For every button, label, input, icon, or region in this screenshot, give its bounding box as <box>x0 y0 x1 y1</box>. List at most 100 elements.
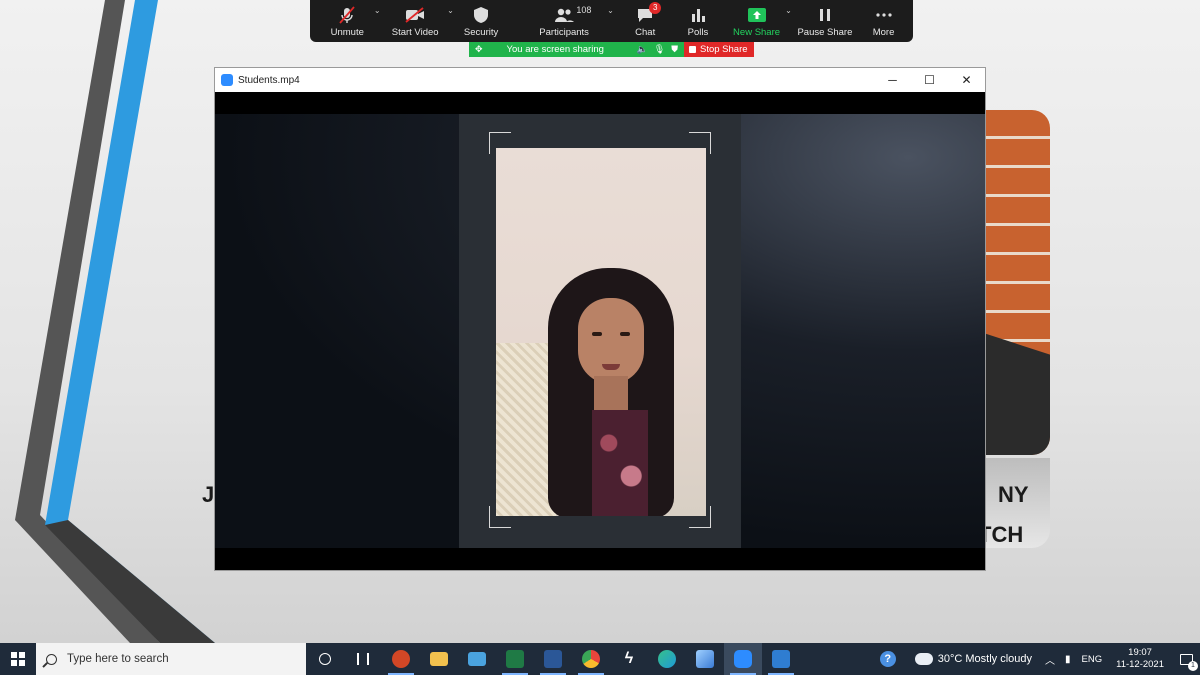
security-button[interactable]: Security <box>452 0 511 42</box>
participants-button[interactable]: 108 ⌄ Participants <box>510 0 617 42</box>
notification-count: 1 <box>1188 661 1198 671</box>
excel-icon <box>506 650 524 668</box>
video-player-window: Students.mp4 ─ ☐ ✕ <box>214 67 986 571</box>
stop-square-icon <box>689 46 696 53</box>
taskbar-excel[interactable] <box>496 643 534 675</box>
search-icon <box>46 653 57 665</box>
weather-widget[interactable]: 30°C Mostly cloudy <box>907 648 1040 665</box>
screen-sharing-text: You are screen sharing <box>506 44 604 55</box>
weather-text: 30°C Mostly cloudy <box>937 653 1032 665</box>
pause-share-button[interactable]: Pause Share <box>790 0 860 42</box>
drag-handle-icon[interactable]: ✥ <box>475 44 483 55</box>
language-indicator[interactable]: ENG <box>1076 654 1109 665</box>
video-person-view <box>496 148 706 516</box>
taskbar-media-player[interactable] <box>762 643 800 675</box>
search-placeholder: Type here to search <box>67 653 169 665</box>
close-button[interactable]: ✕ <box>948 68 985 92</box>
show-hidden-icons-button[interactable]: ︿ <box>1040 652 1060 667</box>
new-share-label: New Share <box>733 27 781 38</box>
security-shield-icon: ⛊ <box>671 44 678 54</box>
clock-date: 11-12-2021 <box>1116 659 1164 670</box>
more-dots-icon <box>874 6 894 24</box>
person-eye <box>620 332 630 336</box>
taskbar-word[interactable] <box>534 643 572 675</box>
photos-icon <box>696 650 714 668</box>
pause-share-label: Pause Share <box>797 27 853 38</box>
app-lightning-icon: ϟ <box>624 650 634 667</box>
person-eye <box>592 332 602 336</box>
bar-chart-icon <box>688 6 708 24</box>
chat-label: Chat <box>635 27 656 38</box>
minimize-button[interactable]: ─ <box>874 68 911 92</box>
slide-text-right-1: NY <box>998 482 1029 507</box>
polls-label: Polls <box>687 27 709 38</box>
word-icon <box>544 650 562 668</box>
taskbar-control-panel[interactable] <box>458 643 496 675</box>
start-video-label: Start Video <box>391 27 439 38</box>
screen-sharing-banner[interactable]: ✥ You are screen sharing 🔈 🎙 ⛊ <box>469 42 684 57</box>
stop-share-label: Stop Share <box>700 44 748 55</box>
video-off-icon <box>405 6 425 24</box>
start-video-button[interactable]: ⌄ Start Video <box>379 0 454 42</box>
slide-text-left: J <box>202 482 215 507</box>
security-label: Security <box>463 27 499 38</box>
zoom-icon <box>734 650 752 668</box>
person-face <box>578 298 644 384</box>
taskbar-file-explorer[interactable] <box>420 643 458 675</box>
windows-logo-icon <box>11 652 25 666</box>
microphone-tray-icon[interactable]: ▮ <box>1060 654 1076 665</box>
file-explorer-icon <box>430 652 448 666</box>
taskbar-powerpoint[interactable] <box>382 643 420 675</box>
microphone-icon: 🎙 <box>653 44 666 54</box>
participants-label: Participants <box>539 27 589 38</box>
taskbar-zoom[interactable] <box>724 643 762 675</box>
control-panel-icon <box>468 652 486 666</box>
participants-count: 108 <box>576 5 592 15</box>
chevron-down-icon[interactable]: ⌄ <box>607 6 614 15</box>
task-view-icon <box>319 653 331 665</box>
stop-share-button[interactable]: Stop Share <box>684 42 754 57</box>
chat-unread-badge: 3 <box>649 2 662 14</box>
polls-button[interactable]: Polls <box>673 0 724 42</box>
more-button[interactable]: More <box>860 0 907 42</box>
powerpoint-icon <box>392 650 410 668</box>
media-player-icon <box>772 650 790 668</box>
taskbar-photos[interactable] <box>686 643 724 675</box>
more-label: More <box>872 27 895 38</box>
taskbar-edge[interactable] <box>648 643 686 675</box>
clock-time: 19:07 <box>1128 647 1152 658</box>
background-curtain <box>496 343 556 516</box>
unmute-label: Unmute <box>330 27 364 38</box>
system-tray: ? 30°C Mostly cloudy ︿ ▮ ENG 19:07 11-12… <box>869 643 1200 675</box>
edge-icon <box>658 650 676 668</box>
speaker-icon: 🔈 <box>636 44 648 54</box>
partly-cloudy-icon <box>914 648 933 665</box>
task-view-button[interactable] <box>306 643 344 675</box>
clock[interactable]: 19:07 11-12-2021 <box>1108 647 1172 671</box>
maximize-button[interactable]: ☐ <box>911 68 948 92</box>
chat-button[interactable]: 3 Chat <box>618 0 673 42</box>
notification-center-button[interactable]: 1 <box>1172 643 1200 675</box>
new-share-button[interactable]: ⌄ New Share <box>723 0 792 42</box>
taskbar-chrome[interactable] <box>572 643 610 675</box>
person-shirt <box>592 410 648 516</box>
video-window-title: Students.mp4 <box>238 74 300 86</box>
widgets-button[interactable] <box>344 643 382 675</box>
start-button[interactable] <box>0 643 36 675</box>
share-screen-icon <box>747 6 767 24</box>
windows-taskbar: Type here to search ϟ ? 30°C Mostly clou… <box>0 643 1200 675</box>
unmute-button[interactable]: ⌄ Unmute <box>316 0 381 42</box>
chrome-icon <box>582 650 600 668</box>
help-button[interactable]: ? <box>869 643 907 675</box>
participants-icon <box>554 6 575 24</box>
media-app-icon <box>221 74 233 86</box>
video-window-titlebar[interactable]: Students.mp4 ─ ☐ ✕ <box>215 68 985 92</box>
shield-icon <box>471 6 491 24</box>
zoom-meeting-toolbar: ⌄ Unmute ⌄ Start Video Security 108 ⌄ Pa… <box>310 0 913 42</box>
video-playback-area[interactable] <box>215 92 985 570</box>
taskbar-search-box[interactable]: Type here to search <box>36 643 306 675</box>
pause-icon <box>815 6 835 24</box>
microphone-muted-icon <box>337 6 357 24</box>
taskbar-lightning-app[interactable]: ϟ <box>610 643 648 675</box>
help-icon: ? <box>879 651 896 667</box>
